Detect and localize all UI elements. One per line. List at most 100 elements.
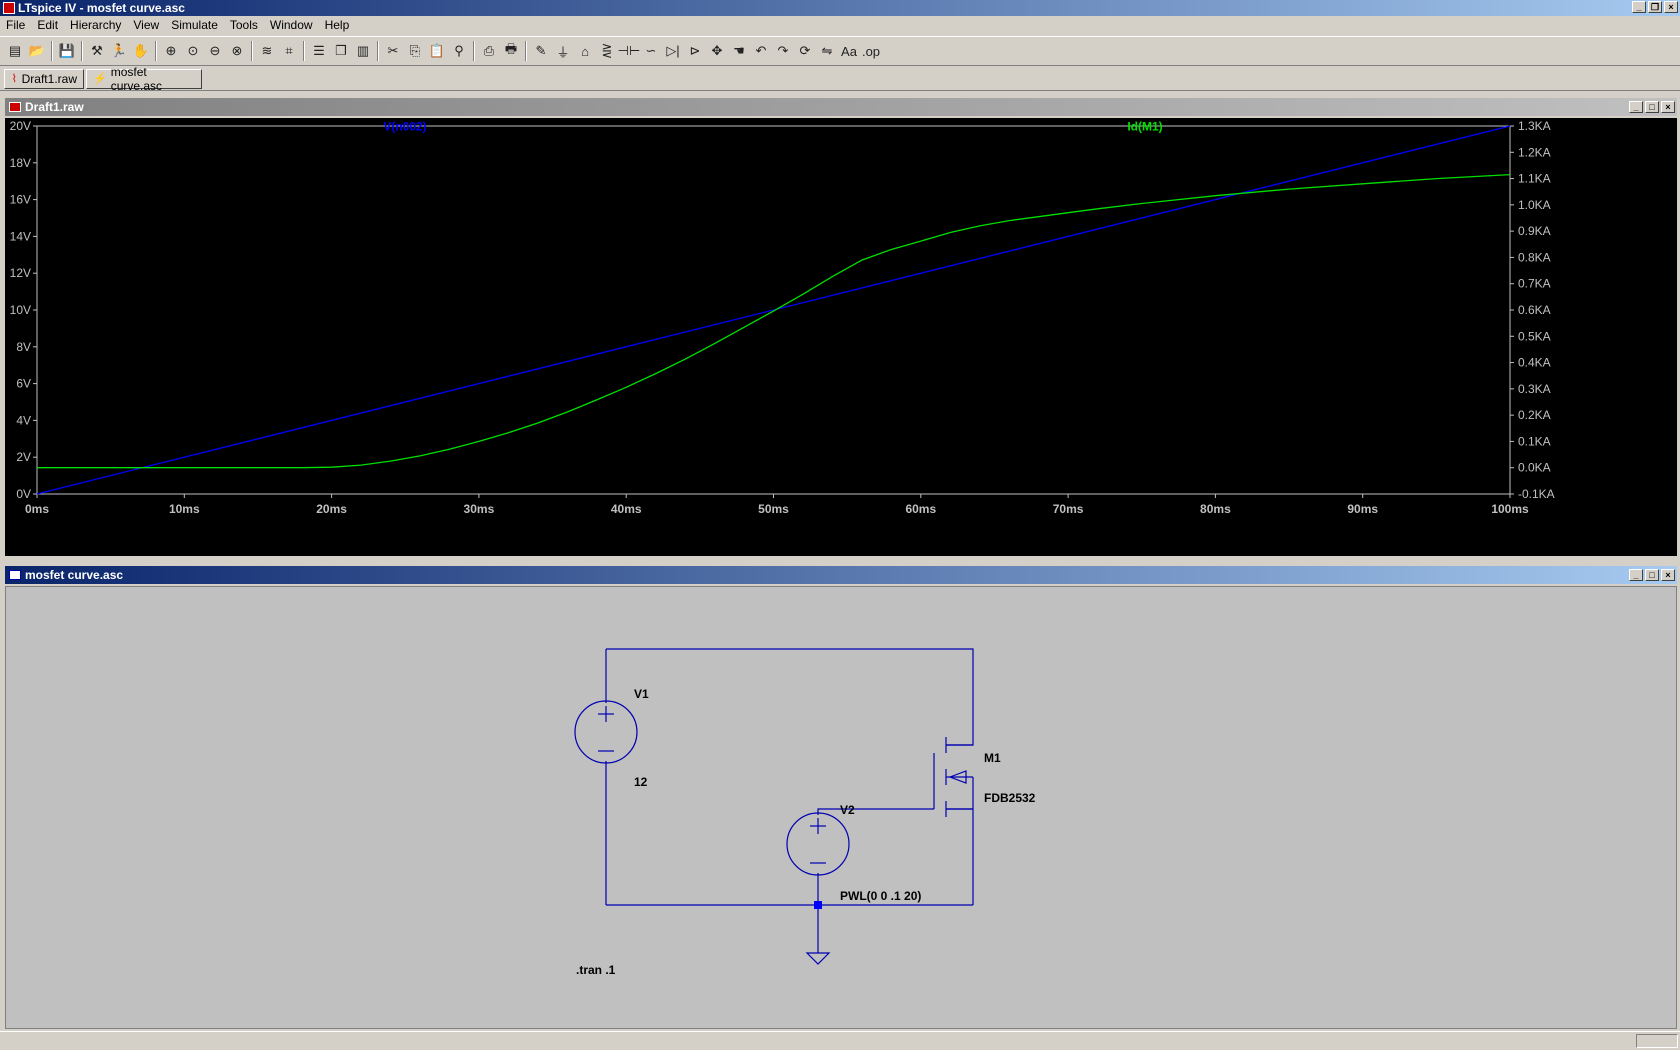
find-button[interactable]: ⚲: [448, 40, 470, 62]
restore-button[interactable]: ❐: [1648, 1, 1662, 13]
text-button[interactable]: Aa: [838, 40, 860, 62]
autorange-button[interactable]: ≋: [256, 40, 278, 62]
ground-button[interactable]: ⏚: [552, 40, 574, 62]
diode-button[interactable]: ▷|: [662, 40, 684, 62]
schematic-drawing[interactable]: V1 12 V2 PWL(0 0 .1 20) M1 FDB2532 .tran…: [6, 587, 1676, 1028]
wire-source[interactable]: [946, 808, 974, 905]
minimize-button[interactable]: _: [1632, 1, 1646, 13]
label-net-button[interactable]: ⌂: [574, 40, 596, 62]
ground-node-junction[interactable]: [814, 901, 822, 909]
schematic-minimize-button[interactable]: _: [1629, 569, 1643, 581]
tab-draft1-raw[interactable]: ⌇ Draft1.raw: [4, 69, 84, 89]
trace-id-m1-[interactable]: [37, 173, 1511, 469]
print-setup-icon: ⎙: [483, 43, 495, 58]
trace-v-n002-[interactable]: [36, 125, 1511, 495]
status-cell: [1636, 1034, 1678, 1048]
text-icon: Aa: [841, 43, 857, 59]
schematic-close-button[interactable]: ×: [1661, 569, 1675, 581]
m1-name-label[interactable]: M1: [984, 751, 1001, 765]
waveform-plot-pane[interactable]: 0ms 10ms 20ms 30ms 40ms 50ms 60ms 70ms 80ms 90ms 1…: [5, 118, 1677, 556]
spice-directive-button[interactable]: .op: [860, 40, 882, 62]
save-button[interactable]: 💾: [56, 40, 78, 62]
tile-vertical-button[interactable]: ▥: [352, 40, 374, 62]
undo-button[interactable]: ↶: [750, 40, 772, 62]
plot-window-titlebar[interactable]: Draft1.raw _ □ ×: [5, 98, 1677, 116]
zoom-in-button[interactable]: ⊕: [160, 40, 182, 62]
ground-icon: ⏚: [556, 44, 570, 60]
draw-wire-button[interactable]: ✎: [530, 40, 552, 62]
app-titlebar[interactable]: LTspice IV - mosfet curve.asc _ ❐ ×: [0, 0, 1680, 16]
tile-vertical-icon: ▥: [356, 43, 370, 58]
waveform-chart[interactable]: 0ms 10ms 20ms 30ms 40ms 50ms 60ms 70ms 80ms 90ms 1…: [5, 118, 1677, 556]
v1-name-label[interactable]: V1: [634, 687, 649, 701]
cascade-button[interactable]: ❐: [330, 40, 352, 62]
wire-gate[interactable]: [817, 808, 934, 815]
schematic-window-titlebar[interactable]: mosfet curve.asc _ □ ×: [5, 566, 1677, 584]
halt-button[interactable]: ✋: [130, 40, 152, 62]
schematic-maximize-button[interactable]: □: [1645, 569, 1659, 581]
control-panel-icon: ⚒: [91, 43, 103, 58]
control-panel-button[interactable]: ⚒: [86, 40, 108, 62]
wire-top[interactable]: [606, 648, 974, 746]
menu-file[interactable]: File: [0, 16, 31, 35]
print-setup-button[interactable]: ⎙: [478, 40, 500, 62]
zoom-fit-button[interactable]: ⊗: [226, 40, 248, 62]
plot-close-button[interactable]: ×: [1661, 101, 1675, 113]
menu-help[interactable]: Help: [319, 16, 356, 35]
copy-icon: ⎘: [409, 43, 421, 58]
v2-name-label[interactable]: V2: [840, 803, 855, 817]
mark-button[interactable]: ⌗: [278, 40, 300, 62]
mosfet-m1[interactable]: [933, 737, 974, 817]
new-schematic-button[interactable]: ▤: [4, 40, 26, 62]
x-tick-label: 90ms: [1347, 502, 1378, 516]
ltspice-app-icon[interactable]: [3, 2, 15, 14]
menu-window[interactable]: Window: [264, 16, 319, 35]
y-right-tick-label: 0.9KA: [1518, 224, 1551, 238]
open-button[interactable]: 📂: [26, 40, 48, 62]
inductor-button[interactable]: ∽: [640, 40, 662, 62]
menu-simulate[interactable]: Simulate: [165, 16, 224, 35]
v2-value-label[interactable]: PWL(0 0 .1 20): [840, 889, 921, 903]
trace-legend-label[interactable]: Id(M1): [1127, 119, 1162, 133]
trace-legend-label[interactable]: V(n002): [383, 119, 426, 133]
tile-horizontal-button[interactable]: ☰: [308, 40, 330, 62]
menu-bar: File Edit Hierarchy View Simulate Tools …: [0, 16, 1680, 35]
capacitor-button[interactable]: ⊣⊢: [618, 40, 641, 62]
waveform-icon: ⌇: [11, 73, 17, 85]
close-button[interactable]: ×: [1664, 1, 1678, 13]
menu-edit[interactable]: Edit: [31, 16, 64, 35]
ground-symbol[interactable]: [805, 952, 831, 965]
cut-icon: ✂: [387, 43, 399, 58]
resistor-button[interactable]: ⋛: [596, 40, 618, 62]
move-button[interactable]: ✥: [706, 40, 728, 62]
y-right-tick-label: 0.7KA: [1518, 277, 1551, 291]
x-tick-label: 0ms: [25, 502, 49, 516]
tab-mosfet-curve-asc[interactable]: ⚡ mosfet curve.asc: [86, 65, 202, 93]
redo-button[interactable]: ↷: [772, 40, 794, 62]
rotate-button[interactable]: ⟳: [794, 40, 816, 62]
x-tick-label: 10ms: [169, 502, 200, 516]
print-button[interactable]: 🖶: [500, 40, 522, 62]
mirror-button[interactable]: ⇋: [816, 40, 838, 62]
plot-minimize-button[interactable]: _: [1629, 101, 1643, 113]
v1-value-label[interactable]: 12: [634, 775, 648, 789]
run-button[interactable]: 🏃: [108, 40, 130, 62]
tran-directive[interactable]: .tran .1: [576, 963, 616, 977]
paste-button[interactable]: 📋: [426, 40, 448, 62]
y-left-tick-label: 12V: [10, 266, 31, 280]
menu-view[interactable]: View: [127, 16, 165, 35]
zoom-back-button[interactable]: ⊙: [182, 40, 204, 62]
m1-model-label[interactable]: FDB2532: [984, 791, 1036, 805]
schematic-canvas[interactable]: V1 12 V2 PWL(0 0 .1 20) M1 FDB2532 .tran…: [5, 586, 1677, 1029]
plot-maximize-button[interactable]: □: [1645, 101, 1659, 113]
zoom-out-button[interactable]: ⊖: [204, 40, 226, 62]
menu-tools[interactable]: Tools: [224, 16, 264, 35]
zoom-fit-icon: ⊗: [231, 43, 243, 58]
cut-button[interactable]: ✂: [382, 40, 404, 62]
x-tick-label: 20ms: [316, 502, 347, 516]
copy-button[interactable]: ⎘: [404, 40, 426, 62]
component-button[interactable]: ⊳: [684, 40, 706, 62]
menu-hierarchy[interactable]: Hierarchy: [64, 16, 127, 35]
component-icon: ⊳: [689, 43, 701, 58]
drag-button[interactable]: ☚: [728, 40, 750, 62]
